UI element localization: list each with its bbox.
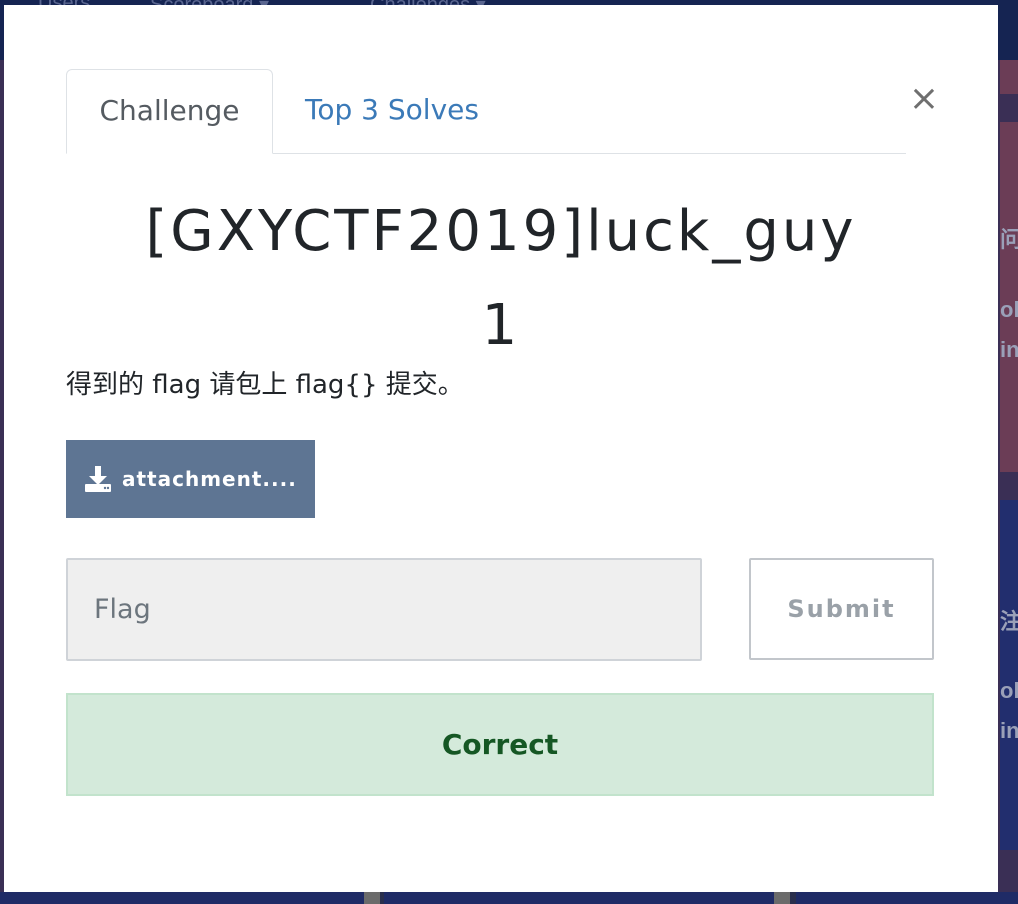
- card-fragment: ol: [1000, 297, 1018, 322]
- background-card-bottom: [796, 892, 1018, 904]
- background-gap: [364, 892, 380, 904]
- background-challenge-card-red: 问 ol in: [1000, 122, 1018, 472]
- close-icon[interactable]: ×: [908, 81, 940, 117]
- background-card-bottom: [384, 892, 774, 904]
- challenge-description: 得到的 flag 请包上 flag{} 提交。: [66, 370, 464, 400]
- challenge-title: [GXYCTF2019]luck_guy 1: [66, 185, 936, 373]
- background-challenge-card-blue: 注册 ol in: [1000, 500, 1018, 850]
- result-message: Correct: [66, 693, 934, 796]
- card-fragment: in: [1000, 718, 1018, 743]
- card-fragment: 问: [1000, 227, 1018, 252]
- attachment-label: attachment....: [122, 467, 297, 491]
- background-gap: [774, 892, 790, 904]
- flag-input[interactable]: [66, 558, 702, 661]
- challenge-modal: × Challenge Top 3 Solves [GXYCTF2019]luc…: [4, 5, 998, 892]
- challenge-name: [GXYCTF2019]luck_guy: [145, 199, 857, 264]
- download-icon: [85, 466, 111, 492]
- card-fragment: in: [1000, 337, 1018, 362]
- background-card-bottom: [0, 892, 364, 904]
- background-card-strip: [1000, 60, 1018, 94]
- challenge-tabs: Challenge Top 3 Solves: [66, 69, 906, 154]
- tab-challenge[interactable]: Challenge: [66, 69, 273, 154]
- attachment-download-button[interactable]: attachment....: [66, 440, 315, 518]
- tab-top-solves[interactable]: Top 3 Solves: [292, 69, 492, 152]
- submit-button[interactable]: Submit: [749, 558, 934, 660]
- card-fragment: ol: [1000, 678, 1018, 703]
- card-fragment: 注册: [1000, 609, 1018, 634]
- challenge-value: 1: [481, 293, 521, 358]
